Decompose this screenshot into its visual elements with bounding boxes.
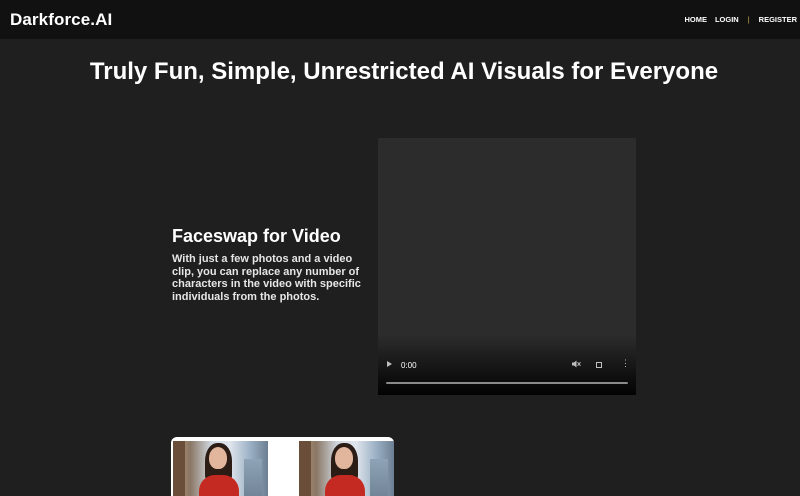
video-player[interactable]: 0:00 ⋮ bbox=[378, 138, 636, 395]
play-icon[interactable] bbox=[387, 361, 392, 367]
faceswap-preview-card bbox=[171, 437, 394, 496]
nav-separator: | bbox=[747, 15, 750, 24]
result-photo bbox=[299, 441, 394, 496]
feature-description: With just a few photos and a video clip,… bbox=[172, 253, 361, 303]
nav-login-link[interactable]: LOGIN bbox=[715, 15, 739, 24]
brand-logo[interactable]: Darkforce.AI bbox=[10, 10, 112, 30]
video-progress-bar[interactable] bbox=[386, 382, 628, 384]
video-time: 0:00 bbox=[401, 361, 417, 370]
top-navbar: Darkforce.AI HOME LOGIN | REGISTER bbox=[0, 0, 800, 39]
source-photo bbox=[173, 441, 268, 496]
mute-icon[interactable] bbox=[571, 359, 581, 371]
nav-register-link[interactable]: REGISTER bbox=[759, 15, 797, 24]
more-options-icon[interactable]: ⋮ bbox=[621, 358, 630, 369]
page-title: Truly Fun, Simple, Unrestricted AI Visua… bbox=[89, 58, 719, 85]
video-controls: 0:00 ⋮ bbox=[378, 355, 636, 395]
nav-links: HOME LOGIN | REGISTER bbox=[684, 15, 797, 24]
fullscreen-icon[interactable] bbox=[596, 362, 602, 368]
feature-heading: Faceswap for Video bbox=[172, 226, 341, 246]
nav-home-link[interactable]: HOME bbox=[684, 15, 707, 24]
